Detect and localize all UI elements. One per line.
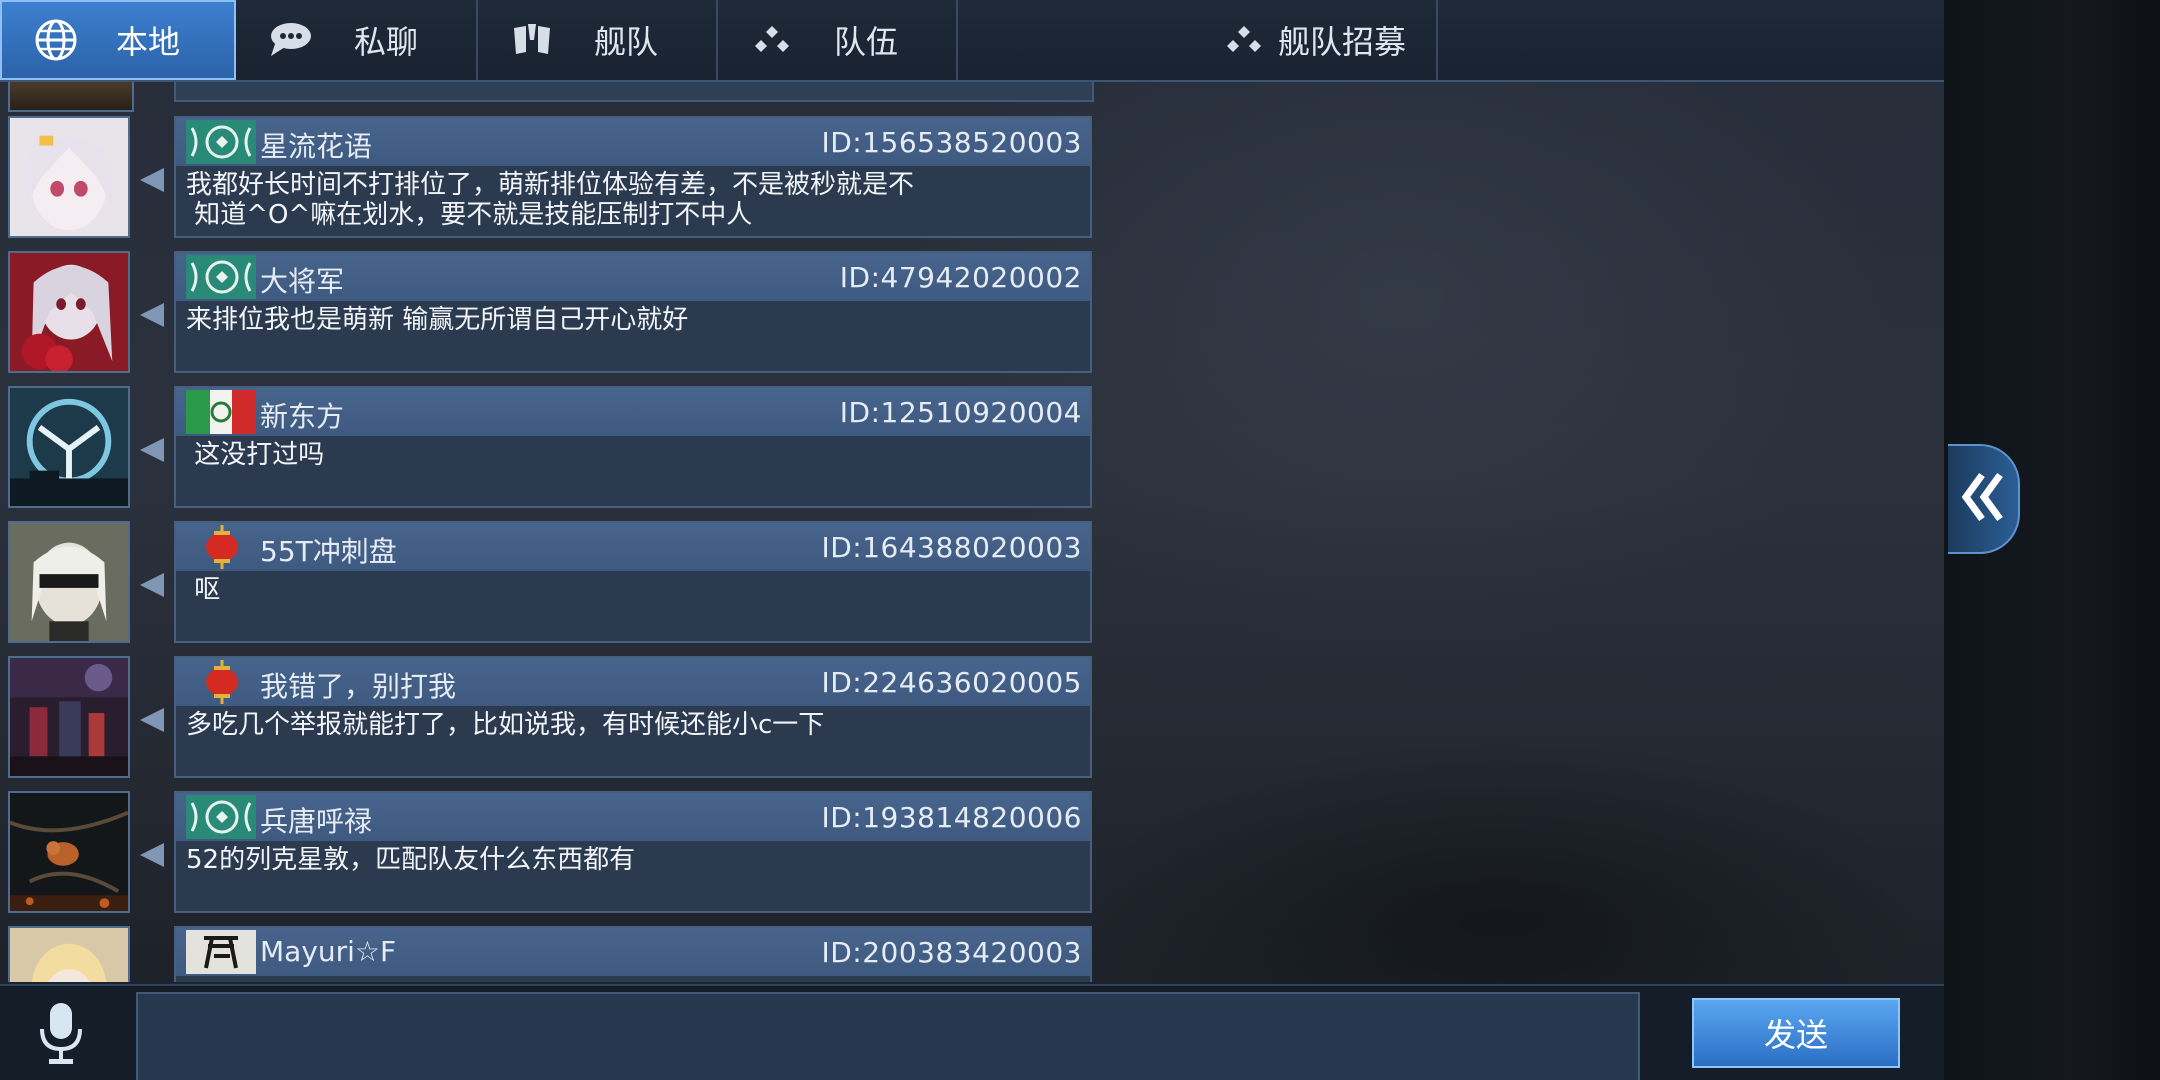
sender-name[interactable]: 星流花语 (260, 125, 372, 165)
bubble-pointer (140, 438, 164, 462)
avatar[interactable] (8, 116, 130, 238)
message-input[interactable] (138, 994, 1638, 1080)
avatar[interactable] (8, 386, 130, 508)
sender-id: ID:224636020005 (821, 666, 1082, 699)
chat-bubble (174, 82, 1094, 102)
chat-message-list[interactable]: 星流花语 ID:156538520003 我都好长时间不打排位了，萌新排位体验有… (0, 82, 1100, 982)
bubble-pointer (140, 573, 164, 597)
chat-bubble[interactable]: 星流花语 ID:156538520003 我都好长时间不打排位了，萌新排位体验有… (174, 116, 1092, 238)
double-chevron-left-icon (1960, 471, 2006, 527)
avatar[interactable] (8, 791, 130, 913)
voice-input-button[interactable] (24, 998, 98, 1072)
bubble-header: 大将军 ID:47942020002 (176, 253, 1090, 301)
wreath-badge-icon (186, 795, 256, 839)
chat-message: Mayuri☆F ID:200383420003 (0, 926, 1100, 982)
chat-tab-bar: 本地 私聊 舰队 队伍 舰队招募 (0, 0, 1944, 82)
team-dots-icon (1216, 12, 1272, 68)
message-text: 52的列克星敦，匹配队友什么东西都有 (186, 845, 636, 875)
bubble-pointer (140, 303, 164, 327)
bubble-header: 我错了，别打我 ID:224636020005 (176, 658, 1090, 706)
lantern-badge-icon (186, 525, 256, 569)
chat-message: 星流花语 ID:156538520003 我都好长时间不打排位了，萌新排位体验有… (0, 116, 1100, 240)
sender-name[interactable]: 55T冲刺盘 (260, 530, 397, 570)
bubble-header: 55T冲刺盘 ID:164388020003 (176, 523, 1090, 571)
chat-message: 我错了，别打我 ID:224636020005 多吃几个举报就能打了，比如说我，… (0, 656, 1100, 780)
tab-label: 舰队 (594, 23, 659, 61)
tab-label: 舰队招募 (1278, 23, 1407, 61)
chat-bubble[interactable]: 55T冲刺盘 ID:164388020003 呕 (174, 521, 1092, 643)
fleet-emblem-icon (504, 12, 560, 68)
avatar[interactable] (8, 521, 130, 643)
bubble-header: 新东方 ID:12510920004 (176, 388, 1090, 436)
bubble-header: 兵唐呼禄 ID:193814820006 (176, 793, 1090, 841)
sender-id: ID:47942020002 (839, 261, 1082, 294)
message-text: 我都好长时间不打排位了，萌新排位体验有差，不是被秒就是不 知道^O^嘛在划水，要… (186, 170, 915, 230)
bubble-pointer (140, 168, 164, 192)
sender-id: ID:200383420003 (821, 936, 1082, 969)
avatar[interactable] (8, 656, 130, 778)
chat-message: 兵唐呼禄 ID:193814820006 52的列克星敦，匹配队友什么东西都有 (0, 791, 1100, 915)
chat-bubble[interactable]: 新东方 ID:12510920004 这没打过吗 (174, 386, 1092, 508)
bubble-pointer (140, 843, 164, 867)
chat-bubble[interactable]: 兵唐呼禄 ID:193814820006 52的列克星敦，匹配队友什么东西都有 (174, 791, 1092, 913)
send-button[interactable]: 发送 (1692, 998, 1900, 1068)
sender-id: ID:12510920004 (839, 396, 1082, 429)
avatar[interactable] (8, 82, 134, 112)
chat-bubble-icon (262, 12, 318, 68)
collapse-chat-button[interactable] (1948, 444, 2020, 554)
sender-name[interactable]: Mayuri☆F (260, 935, 396, 968)
bubble-pointer (140, 708, 164, 732)
tab-fleet[interactable]: 舰队 (478, 0, 718, 80)
sender-name[interactable]: 兵唐呼禄 (260, 800, 372, 840)
microphone-icon (37, 1001, 85, 1069)
bubble-header: Mayuri☆F ID:200383420003 (176, 928, 1090, 976)
sender-name[interactable]: 新东方 (260, 395, 344, 435)
sender-name[interactable]: 大将军 (260, 260, 344, 300)
avatar[interactable] (8, 251, 130, 373)
tab-label: 队伍 (834, 23, 899, 61)
message-text: 多吃几个举报就能打了，比如说我，有时候还能小c一下 (186, 710, 825, 740)
message-text: 这没打过吗 (186, 440, 325, 470)
message-input-field[interactable] (136, 992, 1640, 1080)
chat-message: 新东方 ID:12510920004 这没打过吗 (0, 386, 1100, 510)
tab-label: 私聊 (354, 23, 419, 61)
chat-input-bar: 发送 (0, 984, 1944, 1080)
wreath-badge-icon (186, 255, 256, 299)
team-dots-icon (744, 12, 800, 68)
sender-name[interactable]: 我错了，别打我 (260, 665, 456, 705)
chat-message: 大将军 ID:47942020002 来排位我也是萌新 输赢无所谓自己开心就好 (0, 251, 1100, 375)
bubble-header: 星流花语 ID:156538520003 (176, 118, 1090, 166)
sender-id: ID:193814820006 (821, 801, 1082, 834)
tab-label: 本地 (116, 23, 181, 61)
chat-bubble[interactable]: Mayuri☆F ID:200383420003 (174, 926, 1092, 982)
italy-flag-badge-icon (186, 390, 256, 434)
wreath-badge-icon (186, 120, 256, 164)
chat-bubble[interactable]: 大将军 ID:47942020002 来排位我也是萌新 输赢无所谓自己开心就好 (174, 251, 1092, 373)
message-text: 呕 (186, 575, 221, 605)
avatar[interactable] (8, 926, 130, 982)
sender-id: ID:164388020003 (821, 531, 1082, 564)
chat-message: 55T冲刺盘 ID:164388020003 呕 (0, 521, 1100, 645)
tab-private-chat[interactable]: 私聊 (236, 0, 478, 80)
tab-team[interactable]: 队伍 (718, 0, 958, 80)
tab-fleet-recruit[interactable]: 舰队招募 (958, 0, 1438, 80)
chat-bubble[interactable]: 我错了，别打我 ID:224636020005 多吃几个举报就能打了，比如说我，… (174, 656, 1092, 778)
lantern-badge-icon (186, 660, 256, 704)
tab-local[interactable]: 本地 (0, 0, 236, 80)
globe-icon (28, 12, 84, 68)
calligraphy-badge-icon (186, 930, 256, 974)
sender-id: ID:156538520003 (821, 126, 1082, 159)
message-text: 来排位我也是萌新 输赢无所谓自己开心就好 (186, 305, 689, 335)
